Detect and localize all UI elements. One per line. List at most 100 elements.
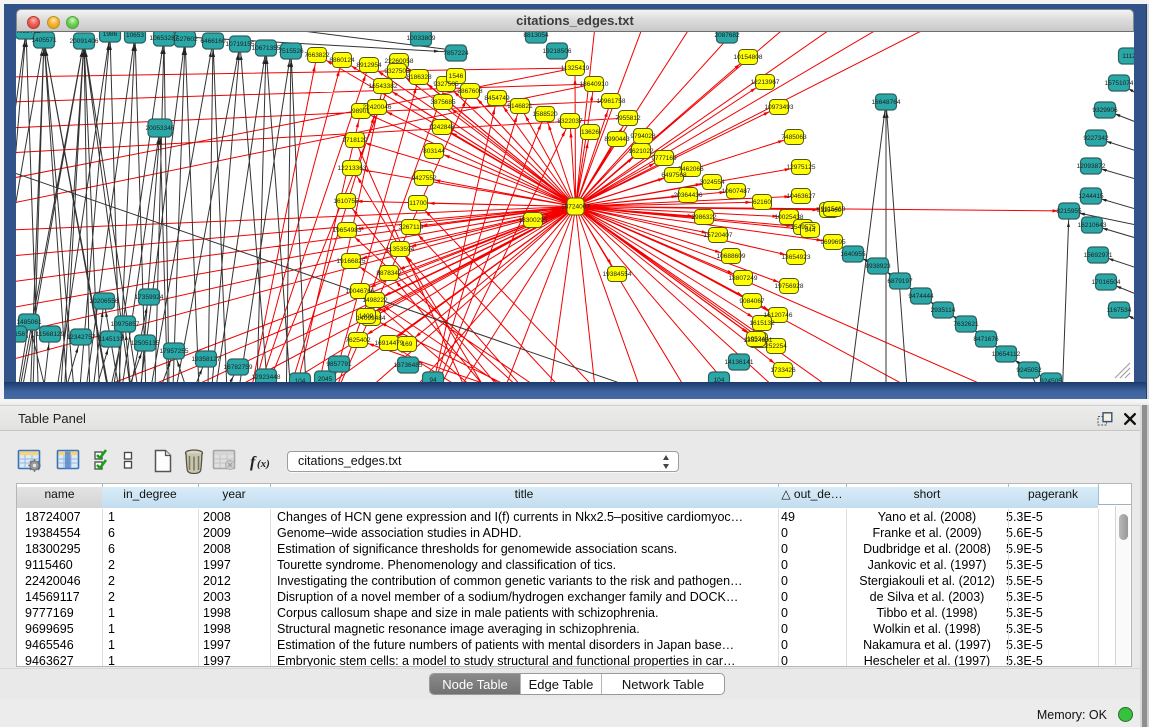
svg-text:10653: 10653 [126,32,144,39]
svg-text:9857791: 9857791 [326,361,352,368]
svg-text:13736485: 13736485 [394,362,423,369]
svg-text:1615132: 1615132 [749,320,775,327]
svg-text:6879197: 6879197 [887,278,913,285]
svg-text:12213967: 12213967 [751,79,780,86]
svg-text:10463627: 10463627 [787,193,816,200]
svg-text:1485061: 1485061 [16,319,42,326]
svg-text:10607487: 10607487 [722,188,751,195]
svg-text:14136141: 14136141 [725,359,754,366]
svg-text:7857224: 7857224 [443,50,469,57]
svg-text:9329906: 9329906 [1092,107,1118,114]
svg-text:169: 169 [402,341,413,348]
svg-text:7462066: 7462066 [678,166,704,173]
svg-text:10025438: 10025438 [775,214,804,221]
svg-text:9474444: 9474444 [908,293,934,300]
svg-text:1588520: 1588520 [532,111,558,118]
svg-text:16543382: 16543382 [369,83,398,90]
svg-text:1733426: 1733426 [770,367,796,374]
svg-text:2045: 2045 [318,376,333,382]
svg-text:17359924: 17359924 [135,294,164,301]
svg-text:8878342: 8878342 [376,270,402,277]
svg-text:1640955: 1640955 [840,251,866,258]
svg-text:9146821: 9146821 [507,103,533,110]
svg-text:f: f [250,454,257,471]
svg-text:10654112: 10654112 [992,351,1021,358]
svg-text:20053346: 20053346 [146,125,175,132]
svg-text:12975125: 12975125 [787,164,816,171]
svg-text:1621022: 1621022 [628,148,654,155]
svg-text:9427552: 9427552 [411,175,437,182]
svg-text:944: 944 [805,227,816,234]
svg-text:6466160: 6466160 [200,38,226,45]
svg-text:1112: 1112 [1122,53,1134,60]
svg-text:10719155: 10719155 [226,41,255,48]
svg-text:20091406: 20091406 [70,38,99,45]
svg-text:10973493: 10973493 [765,104,794,111]
svg-text:2935114: 2935114 [931,307,956,314]
svg-text:9227342: 9227342 [1083,135,1109,142]
svg-text:10154808: 10154808 [734,54,763,61]
svg-text:62160: 62160 [753,199,771,206]
svg-text:9777169: 9777169 [651,155,677,162]
svg-text:10688609: 10688609 [717,253,746,260]
svg-text:18640910: 18640910 [580,81,609,88]
svg-text:7663822: 7663822 [304,52,330,59]
svg-text:803144: 803144 [423,148,445,155]
svg-text:15692971: 15692971 [1084,252,1113,259]
svg-text:11700: 11700 [409,200,427,207]
svg-text:9242848: 9242848 [429,124,455,131]
svg-text:18807249: 18807249 [729,275,758,282]
svg-text:19218506: 19218506 [543,48,572,55]
svg-text:2867608: 2867608 [457,88,483,95]
svg-text:104: 104 [714,377,725,382]
svg-text:3024554: 3024554 [699,179,725,186]
svg-text:1405571: 1405571 [31,37,57,44]
svg-text:20206556: 20206556 [90,298,119,305]
svg-text:1527602: 1527602 [172,36,198,43]
svg-text:10046766: 10046766 [346,288,375,295]
svg-text:17957255: 17957255 [160,348,189,355]
svg-text:10671355: 10671355 [252,45,281,52]
svg-text:2718129: 2718129 [342,137,368,144]
svg-text:12923448: 12923448 [252,374,281,381]
svg-text:7632621: 7632621 [953,321,979,328]
svg-text:12505135: 12505135 [131,340,160,347]
svg-text:(x): (x) [257,458,270,470]
svg-text:11353594: 11353594 [386,246,415,253]
svg-text:12093872: 12093872 [1077,163,1106,170]
svg-text:19524: 19524 [747,336,765,343]
svg-text:6497568: 6497568 [661,172,687,179]
svg-text:94: 94 [429,377,437,382]
svg-text:1546: 1546 [449,73,464,80]
svg-text:18724007: 18724007 [561,204,590,211]
svg-text:9794028: 9794028 [630,133,656,140]
svg-text:17016504: 17016504 [1092,279,1121,286]
svg-text:2087682: 2087682 [714,32,740,39]
svg-text:8813054: 8813054 [523,32,549,39]
svg-text:8454749: 8454749 [484,95,510,102]
svg-text:19654983: 19654983 [333,227,362,234]
svg-text:1145131: 1145131 [99,336,124,343]
svg-text:16782759: 16782759 [224,364,253,371]
svg-text:9115460: 9115460 [821,206,846,213]
svg-text:16120746: 16120746 [764,312,793,319]
svg-text:13626: 13626 [581,129,599,136]
svg-text:7485063: 7485063 [781,134,807,141]
svg-text:14055712: 14055712 [16,32,41,35]
svg-text:11325419: 11325419 [561,65,590,72]
svg-text:22260058: 22260058 [385,58,414,65]
svg-text:8215955: 8215955 [1056,208,1082,215]
svg-text:16648764: 16648764 [872,99,901,106]
svg-text:1498222: 1498222 [362,297,388,304]
svg-text:11568129: 11568129 [36,331,65,338]
svg-text:19358127: 19358127 [192,356,221,363]
svg-text:3267110: 3267110 [399,224,424,231]
svg-text:3875685: 3875685 [430,99,456,106]
svg-text:19166825: 19166825 [337,258,366,265]
svg-text:22420046: 22420046 [363,104,392,111]
svg-text:1167534: 1167534 [1107,307,1132,314]
svg-text:20364436: 20364436 [674,192,703,199]
svg-text:39158: 39158 [16,331,25,338]
svg-text:1610755: 1610755 [333,198,359,205]
svg-text:18300295: 18300295 [519,217,548,224]
